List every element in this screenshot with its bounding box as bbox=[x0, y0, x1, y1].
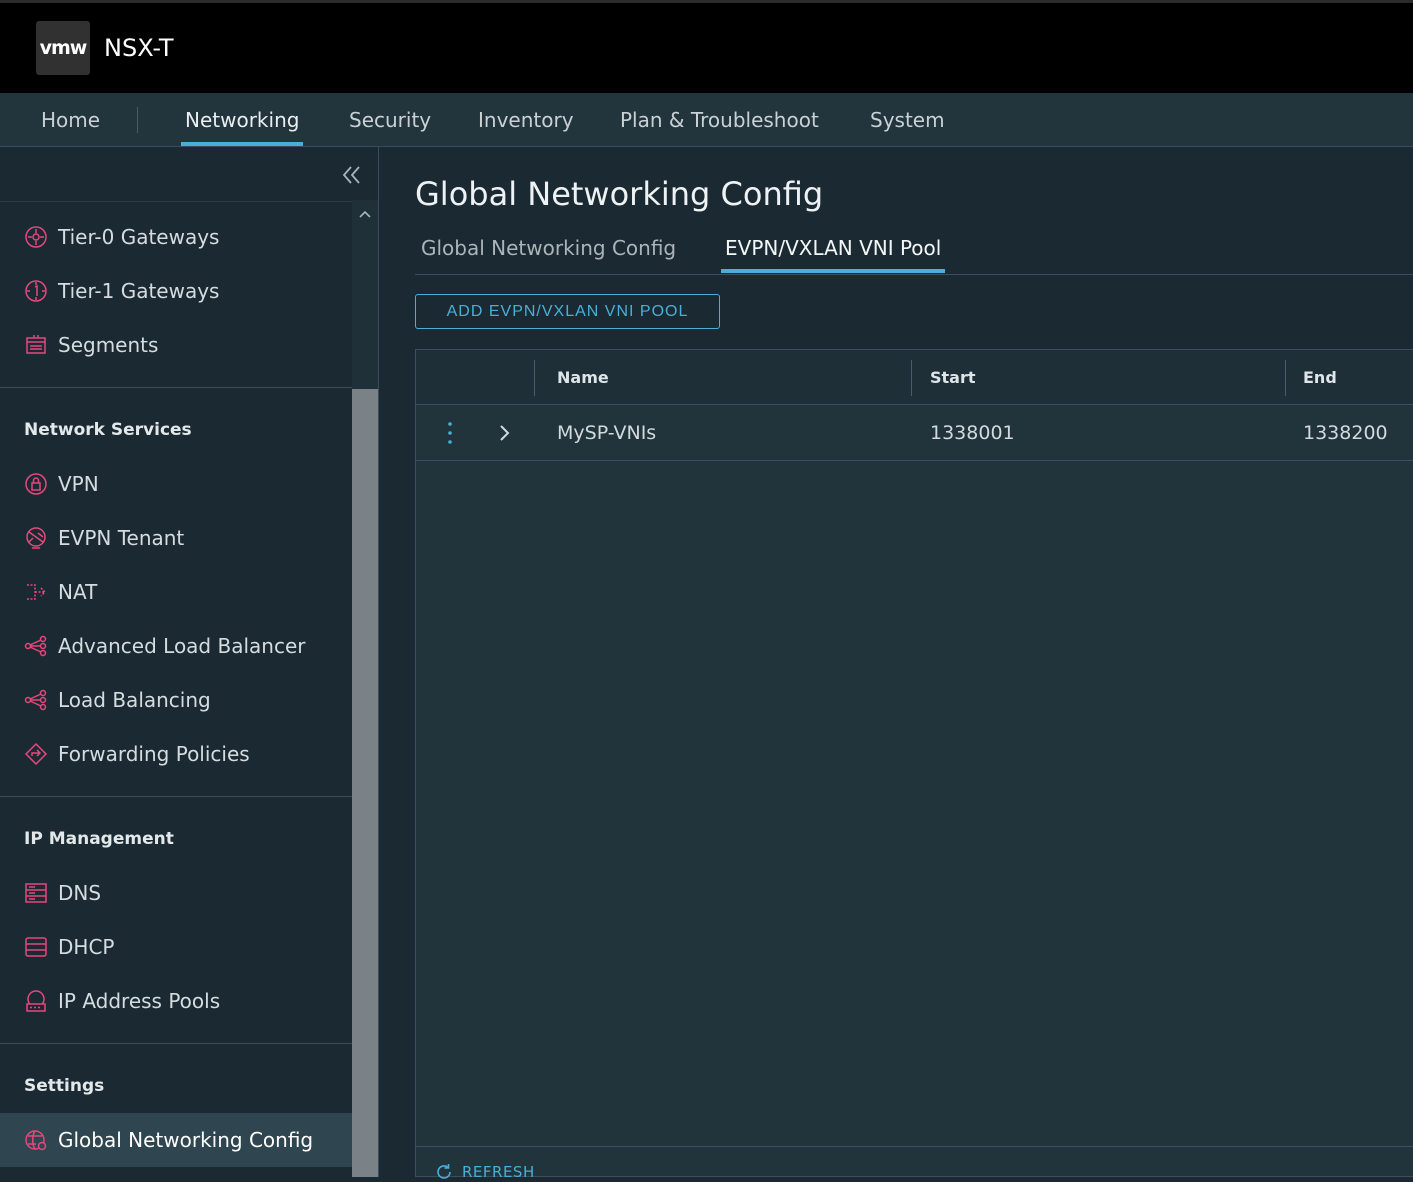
sidebar-item-tier0-gateways[interactable]: Tier-0 Gateways bbox=[0, 210, 352, 264]
grid-header: Name Start End bbox=[416, 350, 1413, 405]
sidebar-border bbox=[378, 147, 379, 1177]
nat-icon bbox=[27, 584, 47, 600]
double-chevron-left-icon[interactable] bbox=[338, 161, 366, 189]
tab-global-networking-config[interactable]: Global Networking Config bbox=[421, 236, 676, 260]
vmware-logo[interactable]: vmw bbox=[36, 21, 90, 75]
sidebar-divider bbox=[0, 387, 352, 388]
cell-end: 1338200 bbox=[1303, 422, 1388, 444]
sidebar-item-label: VPN bbox=[58, 472, 99, 496]
sidebar-item-label: DNS bbox=[58, 881, 102, 905]
load-balancing-icon bbox=[24, 689, 47, 711]
app-title: NSX-T bbox=[104, 34, 174, 62]
refresh-icon bbox=[437, 1164, 451, 1179]
nav-inventory[interactable]: Inventory bbox=[478, 93, 574, 147]
nav-plan-troubleshoot[interactable]: Plan & Troubleshoot bbox=[620, 93, 819, 147]
column-header-name[interactable]: Name bbox=[557, 368, 609, 387]
expand-row-chevron-right-icon[interactable] bbox=[496, 422, 514, 444]
row-actions-kebab-icon[interactable] bbox=[442, 419, 458, 447]
tier1-gateway-icon bbox=[25, 280, 47, 302]
sidebar-group-ip-management: IP Management bbox=[24, 829, 174, 849]
sidebar-item-segments[interactable]: Segments bbox=[0, 318, 352, 372]
sidebar-divider bbox=[0, 796, 352, 797]
sidebar-top-divider bbox=[0, 201, 352, 202]
main-nav: Home Networking Security Inventory Plan … bbox=[0, 93, 1413, 147]
nav-home[interactable]: Home bbox=[41, 93, 100, 147]
sidebar-item-label: Load Balancing bbox=[58, 688, 211, 712]
sidebar-item-nat[interactable]: NAT bbox=[0, 565, 352, 619]
grid-footer-divider bbox=[416, 1146, 1413, 1147]
advanced-load-balancer-icon bbox=[24, 635, 47, 657]
segments-icon bbox=[26, 335, 46, 354]
column-header-start[interactable]: Start bbox=[930, 368, 976, 387]
nav-networking[interactable]: Networking bbox=[180, 93, 304, 147]
sidebar-group-network-services: Network Services bbox=[24, 420, 192, 440]
sidebar-item-label: Global Networking Config bbox=[58, 1128, 314, 1152]
forwarding-policies-icon bbox=[24, 742, 48, 766]
column-separator[interactable] bbox=[1285, 360, 1286, 396]
sidebar-item-dhcp[interactable]: DHCP bbox=[0, 920, 352, 974]
ip-address-pools-icon bbox=[26, 990, 46, 1012]
top-header: vmw NSX-T bbox=[0, 0, 1413, 93]
sidebar-item-label: NAT bbox=[58, 580, 98, 604]
sidebar-group-settings: Settings bbox=[24, 1076, 105, 1096]
nav-separator bbox=[137, 107, 138, 133]
sidebar-divider bbox=[0, 1043, 352, 1044]
nav-system[interactable]: System bbox=[870, 93, 945, 147]
evpn-tenant-icon bbox=[26, 527, 46, 549]
sidebar-item-advanced-load-balancer[interactable]: Advanced Load Balancer bbox=[0, 619, 352, 673]
cell-name: MySP-VNIs bbox=[557, 422, 657, 444]
sidebar-item-vpn[interactable]: VPN bbox=[0, 457, 352, 511]
tab-evpn-vxlan-vni-pool[interactable]: EVPN/VXLAN VNI Pool bbox=[720, 236, 946, 273]
global-networking-config-icon bbox=[25, 1130, 47, 1151]
sidebar-item-label: IP Address Pools bbox=[58, 989, 221, 1013]
dhcp-icon bbox=[25, 937, 47, 957]
vpn-icon bbox=[25, 473, 47, 495]
scroll-up-icon[interactable] bbox=[357, 207, 373, 221]
tier0-gateway-icon bbox=[25, 226, 47, 248]
sidebar-item-forwarding-policies[interactable]: Forwarding Policies bbox=[0, 727, 352, 781]
refresh-label: REFRESH bbox=[462, 1163, 535, 1181]
column-separator bbox=[534, 360, 535, 396]
sidebar-item-label: Advanced Load Balancer bbox=[58, 634, 306, 658]
sidebar-item-ip-address-pools[interactable]: IP Address Pools bbox=[0, 974, 352, 1028]
table-row: MySP-VNIs 1338001 1338200 bbox=[416, 405, 1413, 461]
column-header-end[interactable]: End bbox=[1303, 368, 1337, 387]
cell-start: 1338001 bbox=[930, 422, 1015, 444]
sidebar-item-tier1-gateways[interactable]: Tier-1 Gateways bbox=[0, 264, 352, 318]
page-title: Global Networking Config bbox=[415, 175, 824, 213]
sidebar-item-label: Segments bbox=[58, 333, 159, 357]
sidebar-item-label: EVPN Tenant bbox=[58, 526, 185, 550]
refresh-button[interactable]: REFRESH bbox=[434, 1162, 535, 1182]
nav-security[interactable]: Security bbox=[349, 93, 431, 147]
sidebar-scrollbar-thumb[interactable] bbox=[352, 389, 378, 1177]
vni-pool-grid: Name Start End MySP-VNIs 1338001 1338200… bbox=[415, 349, 1413, 1181]
sidebar-item-evpn-tenant[interactable]: EVPN Tenant bbox=[0, 511, 352, 565]
tabs-divider bbox=[415, 274, 1413, 275]
sidebar-item-label: Tier-0 Gateways bbox=[58, 225, 220, 249]
column-separator[interactable] bbox=[911, 360, 912, 396]
sidebar-item-label: DHCP bbox=[58, 935, 115, 959]
sidebar-item-global-networking-config[interactable]: Global Networking Config bbox=[0, 1113, 352, 1167]
dns-icon bbox=[25, 883, 47, 903]
sidebar-item-load-balancing[interactable]: Load Balancing bbox=[0, 673, 352, 727]
add-evpn-vxlan-vni-pool-button[interactable]: ADD EVPN/VXLAN VNI POOL bbox=[415, 294, 720, 329]
sidebar-item-label: Tier-1 Gateways bbox=[58, 279, 220, 303]
sidebar-item-dns[interactable]: DNS bbox=[0, 866, 352, 920]
sidebar: Tier-0 Gateways Tier-1 Gateways Segments… bbox=[0, 147, 360, 1177]
sidebar-item-label: Forwarding Policies bbox=[58, 742, 250, 766]
